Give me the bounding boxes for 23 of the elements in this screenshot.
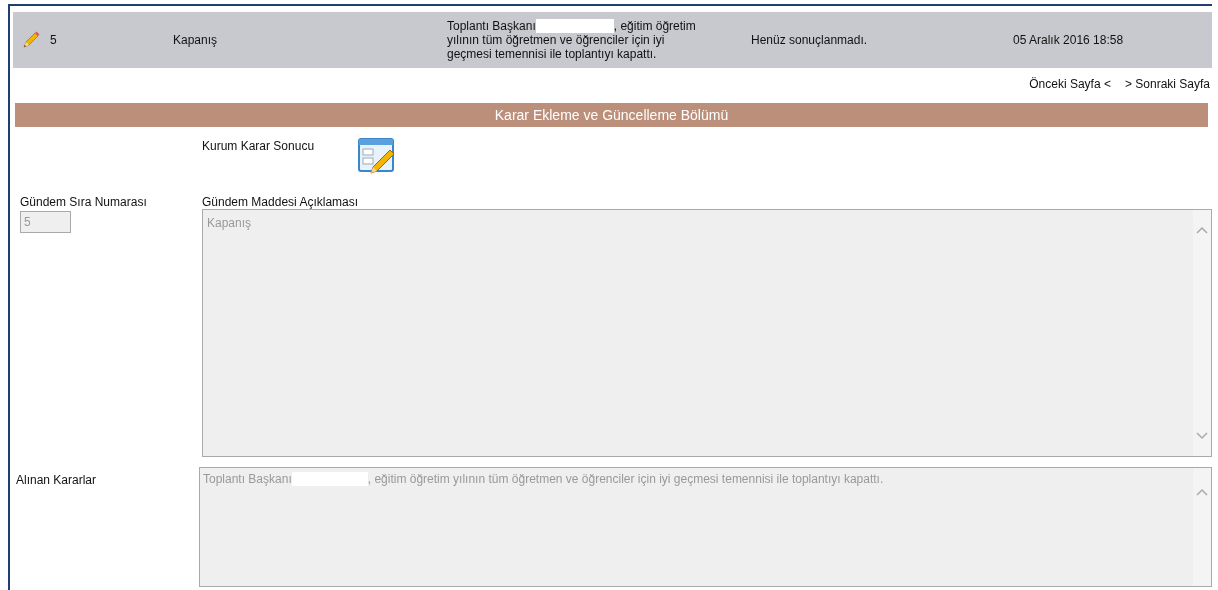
decisions-text: , eğitim öğretim yılının tüm öğretmen ve öğrenciler için iyi geçmesi temennisi ile toplantıyı kapattı.: [367, 471, 884, 488]
agenda-date: 05 Aralık 2016 18:58: [1013, 32, 1124, 49]
edit-pencil-icon[interactable]: [21, 30, 41, 50]
agenda-title: Kapanış: [173, 32, 219, 49]
scroll-up-icon[interactable]: [1196, 226, 1208, 234]
decisions-textarea[interactable]: Toplantı Başkanı , eğitim öğretim yılının tüm öğretmen ve öğrenciler için iyi geçmesi temennisi ile toplantıyı kapattı.: [199, 467, 1212, 587]
description-label: Gündem Maddesi Açıklaması: [202, 194, 360, 209]
scroll-up-icon[interactable]: [1196, 488, 1208, 496]
order-number-label: Gündem Sıra Numarası: [20, 194, 148, 209]
previous-page-link[interactable]: Önceki Sayfa <: [1029, 75, 1111, 93]
agenda-description: Toplantı Başkanı: [447, 19, 536, 33]
agenda-description: yılının tüm öğretmen ve öğrenciler için iyi geçmesi temennisi ile toplantıyı kapattı.: [447, 33, 666, 61]
next-page-link[interactable]: > Sonraki Sayfa: [1124, 75, 1210, 93]
section-header: Karar Ekleme ve Güncelleme Bölümü: [15, 103, 1208, 127]
institution-result-label: Kurum Karar Sonucu: [202, 138, 316, 153]
form-edit-icon[interactable]: [357, 137, 397, 177]
agenda-status: Henüz sonuçlanmadı.: [751, 32, 869, 49]
decisions-label: Alınan Kararlar: [15, 472, 98, 489]
description-textarea[interactable]: Kapanış: [202, 209, 1212, 457]
agenda-number: 5: [50, 32, 58, 49]
scroll-down-icon[interactable]: [1196, 432, 1208, 440]
agenda-description: , eğitim öğretim: [613, 19, 696, 33]
decisions-text: Toplantı Başkanı: [203, 471, 292, 488]
